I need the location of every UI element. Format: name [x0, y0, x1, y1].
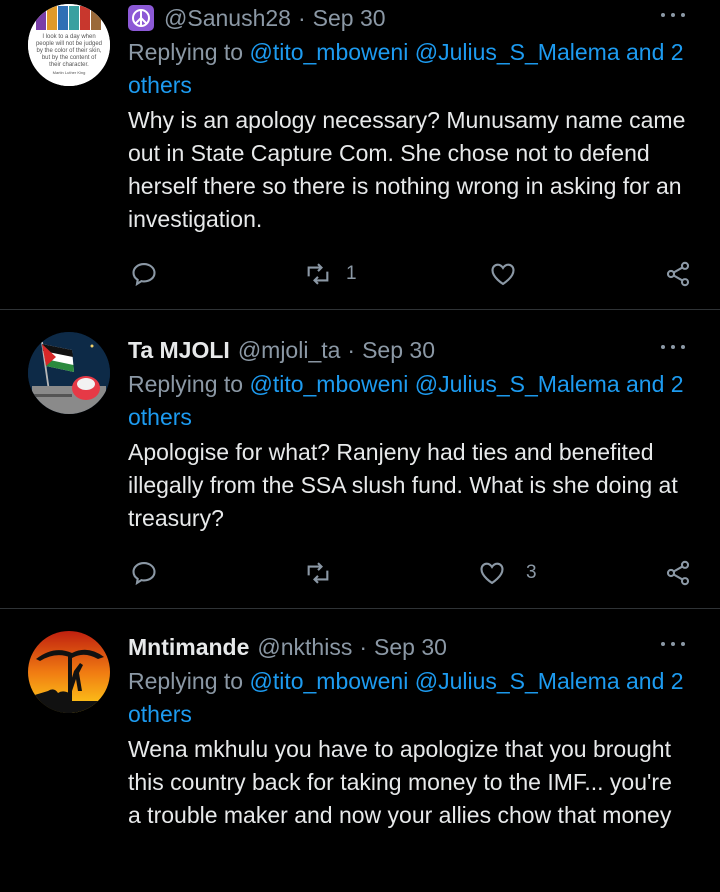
replying-to: Replying to @tito_mboweni @Julius_S_Male… — [128, 368, 690, 434]
heart-icon — [491, 263, 515, 286]
share-icon — [666, 560, 690, 586]
svg-text:but by the content of: but by the content of — [42, 55, 97, 61]
user-handle[interactable]: @Sanush28 — [164, 5, 291, 32]
mention-link[interactable]: @Julius_S_Malema — [415, 371, 620, 397]
heart-icon — [480, 562, 504, 585]
replying-to-label: Replying to — [128, 39, 244, 65]
reply-button[interactable] — [130, 553, 158, 593]
retweet-button[interactable]: 1 — [304, 254, 357, 294]
quote-image: I look to a day when people will not be … — [28, 4, 110, 86]
avatar[interactable]: I look to a day when people will not be … — [28, 4, 110, 86]
avatar[interactable] — [28, 631, 110, 713]
svg-text:their character.: their character. — [49, 62, 89, 68]
mention-link[interactable]: @tito_mboweni — [249, 371, 408, 397]
tweet[interactable]: Ta MJOLI @mjoli_ta · Sep 30 Replying to … — [0, 310, 720, 608]
mention-link[interactable]: @tito_mboweni — [249, 668, 408, 694]
mention-link[interactable]: @Julius_S_Malema — [415, 668, 620, 694]
mention-link[interactable]: @tito_mboweni — [249, 39, 408, 65]
tweet-header: Mntimande @nkthiss · Sep 30 — [128, 629, 690, 665]
avatar-image — [28, 631, 110, 713]
separator: · — [297, 4, 306, 31]
reply-icon — [132, 562, 156, 586]
like-button[interactable]: 3 — [478, 553, 537, 593]
user-handle[interactable]: @nkthiss — [257, 634, 352, 661]
tweet-date[interactable]: Sep 30 — [313, 5, 386, 32]
reply-icon — [132, 263, 156, 287]
like-button[interactable] — [489, 254, 517, 294]
tweet-text: Wena mkhulu you have to apologize that y… — [128, 736, 672, 828]
tweet-date[interactable]: Sep 30 — [374, 634, 447, 661]
svg-text:Martin Luther King: Martin Luther King — [53, 70, 86, 75]
user-handle[interactable]: @mjoli_ta — [238, 337, 341, 364]
replying-to-label: Replying to — [128, 371, 244, 397]
share-icon — [666, 261, 690, 287]
mention-link[interactable]: @Julius_S_Malema — [415, 39, 620, 65]
avatar-image — [28, 332, 110, 414]
more-options-icon[interactable] — [658, 336, 688, 358]
retweet-button[interactable] — [304, 553, 332, 593]
tweet[interactable]: Mntimande @nkthiss · Sep 30 Replying to … — [0, 609, 720, 892]
and-label: and — [626, 668, 665, 694]
separator: · — [347, 336, 356, 363]
action-bar: 3 — [0, 553, 720, 593]
display-name[interactable]: Ta MJOLI — [128, 337, 230, 364]
and-label: and — [626, 371, 665, 397]
svg-text:people will not be judged: people will not be judged — [36, 41, 102, 47]
retweet-count: 1 — [346, 263, 357, 284]
peace-symbol-icon — [128, 5, 154, 31]
display-name[interactable]: Mntimande — [128, 634, 249, 661]
tweet-header: Ta MJOLI @mjoli_ta · Sep 30 — [128, 332, 690, 368]
svg-text:I look to a day when: I look to a day when — [42, 34, 95, 40]
tweet-text: Why is an apology necessary? Munusamy na… — [128, 107, 686, 232]
like-count: 3 — [526, 562, 537, 583]
svg-text:by the color of their skin,: by the color of their skin, — [36, 48, 101, 54]
more-options-icon[interactable] — [658, 633, 688, 655]
retweet-icon — [307, 562, 329, 584]
more-options-icon[interactable] — [658, 4, 688, 26]
retweet-icon — [307, 263, 329, 285]
replying-to: Replying to @tito_mboweni @Julius_S_Male… — [128, 665, 690, 731]
share-button[interactable] — [664, 553, 692, 593]
action-bar: 1 — [0, 254, 720, 294]
tweet[interactable]: I look to a day when people will not be … — [0, 0, 720, 306]
tweet-text: Apologise for what? Ranjeny had ties and… — [128, 439, 678, 531]
avatar[interactable] — [28, 332, 110, 414]
and-label: and — [626, 39, 665, 65]
share-button[interactable] — [664, 254, 692, 294]
replying-to: Replying to @tito_mboweni @Julius_S_Male… — [128, 36, 690, 102]
replying-to-label: Replying to — [128, 668, 244, 694]
reply-button[interactable] — [130, 254, 158, 294]
tweet-header: @Sanush28 · Sep 30 — [128, 0, 690, 36]
separator: · — [359, 633, 367, 660]
tweet-date[interactable]: Sep 30 — [362, 337, 435, 364]
